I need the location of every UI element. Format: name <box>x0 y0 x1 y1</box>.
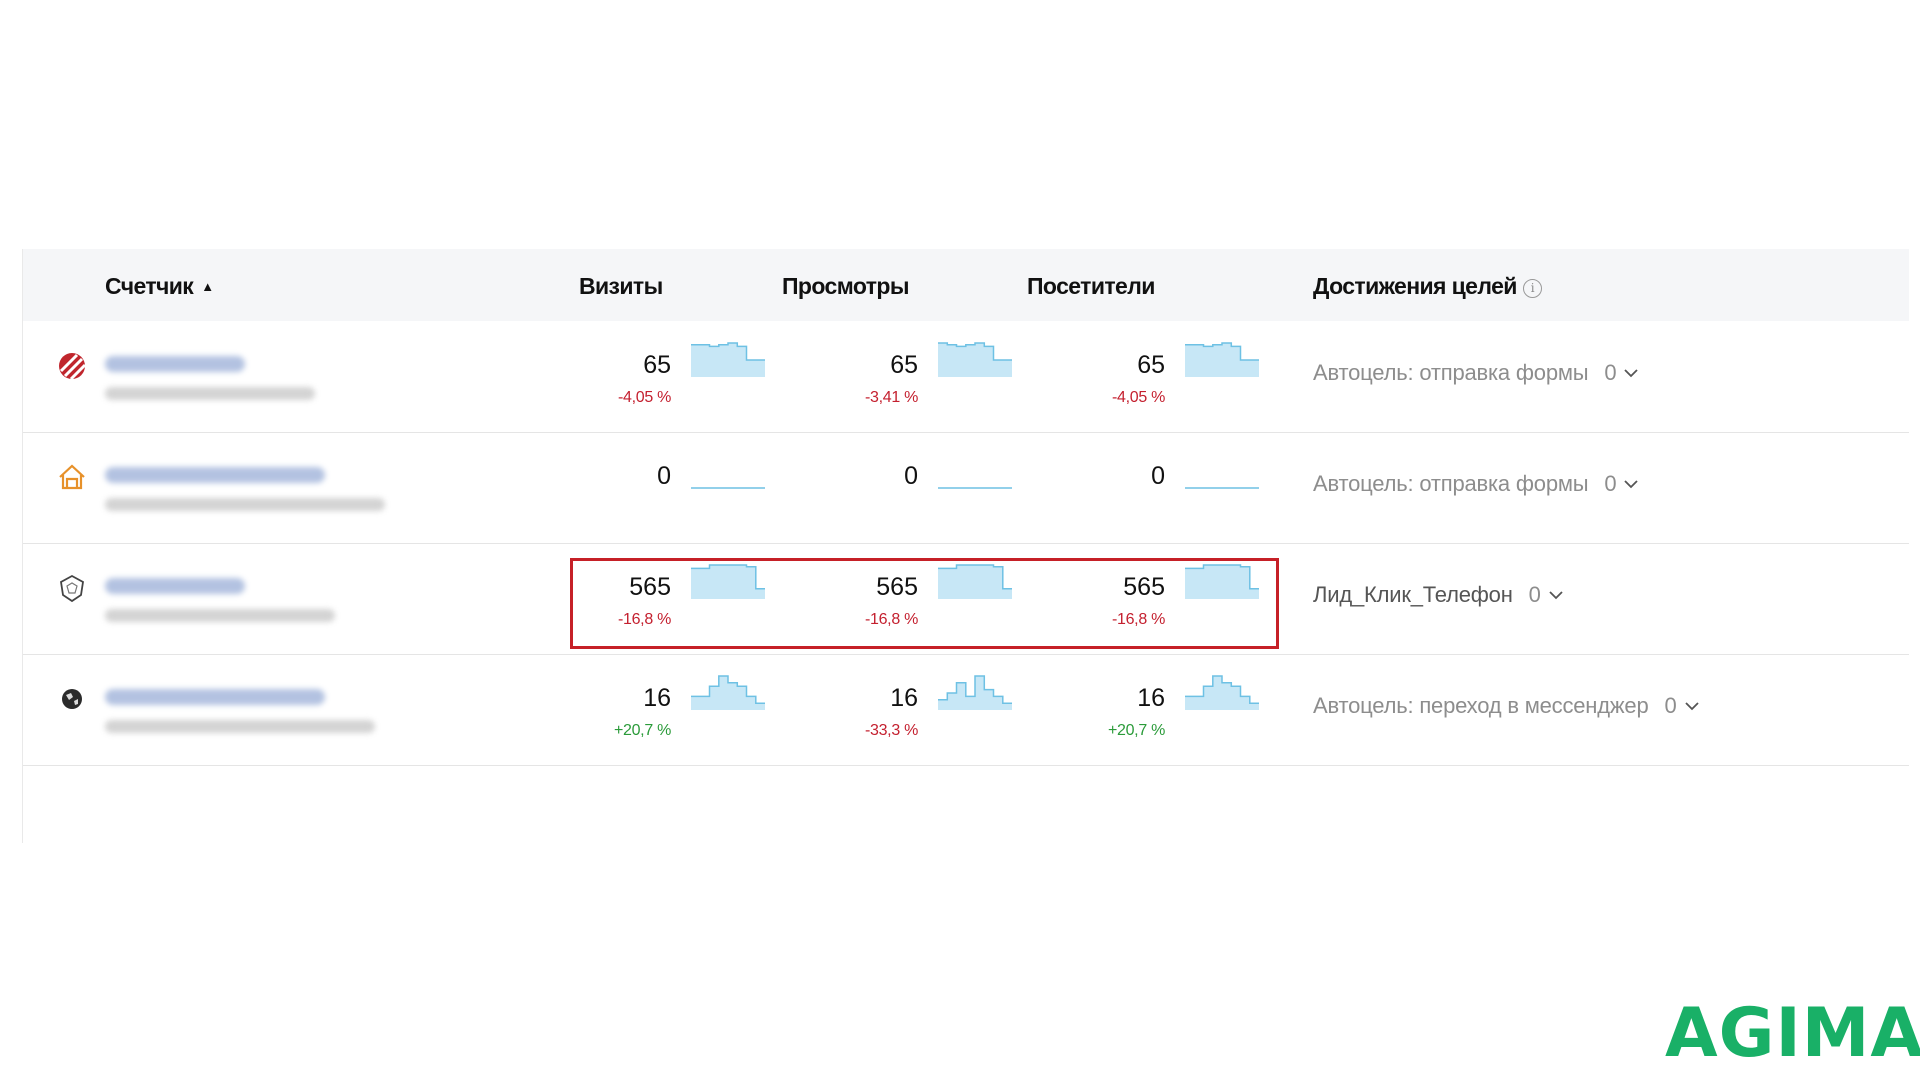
visits-change: +20,7 % <box>613 722 671 739</box>
views-change: -16,8 % <box>864 611 918 628</box>
visitors-value: 0 <box>1151 462 1165 490</box>
visitors-value: 65 <box>1137 351 1165 379</box>
goal-name: Автоцель: отправка формы <box>1313 471 1589 496</box>
site-url-blurred <box>105 498 385 511</box>
orange-house-logo-icon <box>59 464 85 490</box>
visitors-sparkline <box>1185 342 1259 377</box>
visitors-sparkline <box>1185 675 1259 710</box>
visits-sparkline <box>691 487 765 489</box>
column-header-visitors[interactable]: Посетители <box>1027 272 1155 300</box>
site-name-blurred[interactable] <box>105 578 245 594</box>
column-header-goals[interactable]: Достижения целей i <box>1313 272 1542 300</box>
sort-ascending-icon: ▲ <box>201 279 214 294</box>
visits-sparkline <box>691 675 765 710</box>
chevron-down-icon[interactable] <box>1684 701 1699 711</box>
table-row[interactable]: 565 -16,8 % 565 -16,8 % 565 -16,8 % Лид_… <box>23 543 1909 655</box>
visitors-change: -16,8 % <box>1111 611 1165 628</box>
agima-logo: AGIMA <box>1665 994 1920 1073</box>
visits-value: 565 <box>629 573 671 601</box>
views-change: -33,3 % <box>864 722 918 739</box>
visitors-value: 565 <box>1123 573 1165 601</box>
visits-change: -4,05 % <box>617 389 671 406</box>
site-name-blurred[interactable] <box>105 689 325 705</box>
views-sparkline <box>938 342 1012 377</box>
site-name-blurred[interactable] <box>105 467 325 483</box>
goal-count: 0 <box>1604 471 1617 496</box>
visits-change: -16,8 % <box>617 611 671 628</box>
views-change: -3,41 % <box>864 389 918 406</box>
views-value: 16 <box>890 684 918 712</box>
site-name-blurred[interactable] <box>105 356 245 372</box>
table-row[interactable]: 16 +20,7 % 16 -33,3 % 16 +20,7 % Автоцел… <box>23 654 1909 766</box>
views-sparkline <box>938 675 1012 710</box>
table-header: Счетчик ▲ Визиты Просмотры Посетители Дос… <box>23 249 1909 321</box>
visits-value: 16 <box>643 684 671 712</box>
site-url-blurred <box>105 387 315 400</box>
goal-count: 0 <box>1604 360 1617 385</box>
goal-name: Автоцель: отправка формы <box>1313 360 1589 385</box>
chevron-down-icon[interactable] <box>1549 590 1563 600</box>
goal-name: Автоцель: переход в мессенджер <box>1313 693 1649 718</box>
visitors-sparkline <box>1185 564 1259 599</box>
site-url-blurred <box>105 720 375 733</box>
views-value: 0 <box>904 462 918 490</box>
views-value: 565 <box>876 573 918 601</box>
goal-name: Лид_Клик_Телефон <box>1313 582 1513 607</box>
table-row[interactable]: 65 -4,05 % 65 -3,41 % 65 -4,05 % Автоцел… <box>23 321 1909 433</box>
visitors-sparkline <box>1185 487 1259 489</box>
sparkline-area <box>691 565 765 599</box>
column-header-counter-label: Счетчик <box>105 273 194 299</box>
counters-table: Счетчик ▲ Визиты Просмотры Посетители Дос… <box>22 249 1909 843</box>
goal-selector[interactable]: Автоцель: отправка формы 0 <box>1313 359 1639 387</box>
sparkline-area <box>938 565 1012 599</box>
visitors-value: 16 <box>1137 684 1165 712</box>
column-header-goals-label: Достижения целей <box>1313 273 1517 299</box>
visits-sparkline <box>691 342 765 377</box>
views-sparkline <box>938 564 1012 599</box>
shield-logo-icon <box>60 574 84 603</box>
visitors-change: -4,05 % <box>1111 389 1165 406</box>
goal-selector[interactable]: Автоцель: отправка формы 0 <box>1313 470 1639 498</box>
goal-count: 0 <box>1528 582 1541 607</box>
visits-value: 65 <box>643 351 671 379</box>
goal-selector[interactable]: Автоцель: переход в мессенджер 0 <box>1313 692 1699 720</box>
chevron-down-icon[interactable] <box>1624 479 1639 489</box>
column-header-visits[interactable]: Визиты <box>579 272 663 300</box>
globe-logo-icon <box>62 689 82 709</box>
goal-count: 0 <box>1664 693 1677 718</box>
visits-value: 0 <box>657 462 671 490</box>
views-sparkline <box>938 487 1012 489</box>
red-striped-logo-icon <box>59 353 87 381</box>
column-header-views[interactable]: Просмотры <box>782 272 909 300</box>
views-value: 65 <box>890 351 918 379</box>
sparkline-area <box>1185 565 1259 599</box>
site-url-blurred <box>105 609 335 622</box>
goal-selector[interactable]: Лид_Клик_Телефон 0 <box>1313 581 1563 609</box>
table-row[interactable]: 0 0 0 Автоцель: отправка формы 0 <box>23 432 1909 544</box>
info-icon[interactable]: i <box>1522 279 1542 298</box>
chevron-down-icon[interactable] <box>1624 368 1639 378</box>
visitors-change: +20,7 % <box>1107 722 1165 739</box>
visits-sparkline <box>691 564 765 599</box>
column-header-counter[interactable]: Счетчик ▲ <box>105 272 214 301</box>
